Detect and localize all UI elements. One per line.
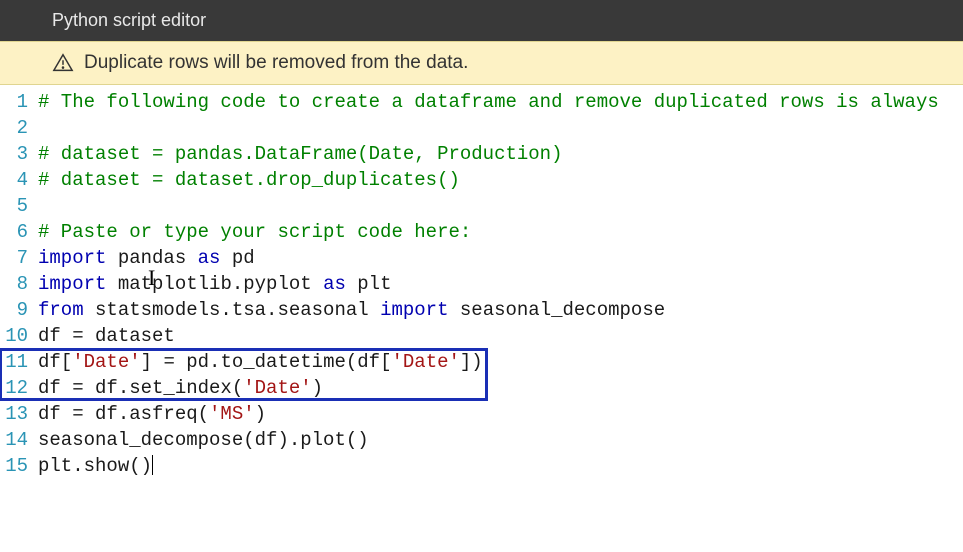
warning-icon bbox=[52, 52, 74, 74]
code-content[interactable]: # dataset = dataset.drop_duplicates() bbox=[38, 167, 963, 193]
code-line[interactable]: 6# Paste or type your script code here: bbox=[0, 219, 963, 245]
code-content[interactable]: df = df.set_index('Date') bbox=[38, 375, 963, 401]
editor-title: Python script editor bbox=[52, 10, 206, 30]
code-line[interactable]: 12df = df.set_index('Date') bbox=[0, 375, 963, 401]
code-line[interactable]: 14seasonal_decompose(df).plot() bbox=[0, 427, 963, 453]
line-number: 13 bbox=[0, 401, 38, 427]
code-content[interactable]: # The following code to create a datafra… bbox=[38, 89, 963, 115]
line-number: 6 bbox=[0, 219, 38, 245]
code-content[interactable]: import matplotlib.pyplot as plt bbox=[38, 271, 963, 297]
code-content[interactable]: # Paste or type your script code here: bbox=[38, 219, 963, 245]
warning-bar: Duplicate rows will be removed from the … bbox=[0, 41, 963, 85]
editor-header: Python script editor bbox=[0, 0, 963, 41]
line-number: 2 bbox=[0, 115, 38, 141]
code-content[interactable]: plt.show() bbox=[38, 453, 963, 479]
line-number: 7 bbox=[0, 245, 38, 271]
code-content[interactable]: # dataset = pandas.DataFrame(Date, Produ… bbox=[38, 141, 963, 167]
code-line[interactable]: 2 bbox=[0, 115, 963, 141]
code-content[interactable]: df = dataset bbox=[38, 323, 963, 349]
code-content[interactable]: seasonal_decompose(df).plot() bbox=[38, 427, 963, 453]
code-content[interactable]: df = df.asfreq('MS') bbox=[38, 401, 963, 427]
code-line[interactable]: 1# The following code to create a datafr… bbox=[0, 89, 963, 115]
code-line[interactable]: 15plt.show() bbox=[0, 453, 963, 479]
code-line[interactable]: 10df = dataset bbox=[0, 323, 963, 349]
code-content[interactable]: df['Date'] = pd.to_datetime(df['Date']) bbox=[38, 349, 963, 375]
code-line[interactable]: 11df['Date'] = pd.to_datetime(df['Date']… bbox=[0, 349, 963, 375]
line-number: 4 bbox=[0, 167, 38, 193]
code-content[interactable]: from statsmodels.tsa.seasonal import sea… bbox=[38, 297, 963, 323]
code-line[interactable]: 5 bbox=[0, 193, 963, 219]
line-number: 5 bbox=[0, 193, 38, 219]
text-caret bbox=[152, 455, 153, 475]
code-line[interactable]: 9from statsmodels.tsa.seasonal import se… bbox=[0, 297, 963, 323]
line-number: 8 bbox=[0, 271, 38, 297]
code-line[interactable]: 7import pandas as pd bbox=[0, 245, 963, 271]
line-number: 3 bbox=[0, 141, 38, 167]
line-number: 15 bbox=[0, 453, 38, 479]
line-number: 1 bbox=[0, 89, 38, 115]
line-number: 11 bbox=[0, 349, 38, 375]
code-line[interactable]: 8import matplotlib.pyplot as plt bbox=[0, 271, 963, 297]
code-line[interactable]: 3# dataset = pandas.DataFrame(Date, Prod… bbox=[0, 141, 963, 167]
line-number: 12 bbox=[0, 375, 38, 401]
code-content[interactable]: import pandas as pd bbox=[38, 245, 963, 271]
line-number: 10 bbox=[0, 323, 38, 349]
line-number: 14 bbox=[0, 427, 38, 453]
code-line[interactable]: 13df = df.asfreq('MS') bbox=[0, 401, 963, 427]
code-line[interactable]: 4# dataset = dataset.drop_duplicates() bbox=[0, 167, 963, 193]
code-editor[interactable]: 1# The following code to create a datafr… bbox=[0, 85, 963, 483]
code-content[interactable] bbox=[38, 115, 963, 141]
line-number: 9 bbox=[0, 297, 38, 323]
warning-text: Duplicate rows will be removed from the … bbox=[84, 52, 468, 74]
code-content[interactable] bbox=[38, 193, 963, 219]
